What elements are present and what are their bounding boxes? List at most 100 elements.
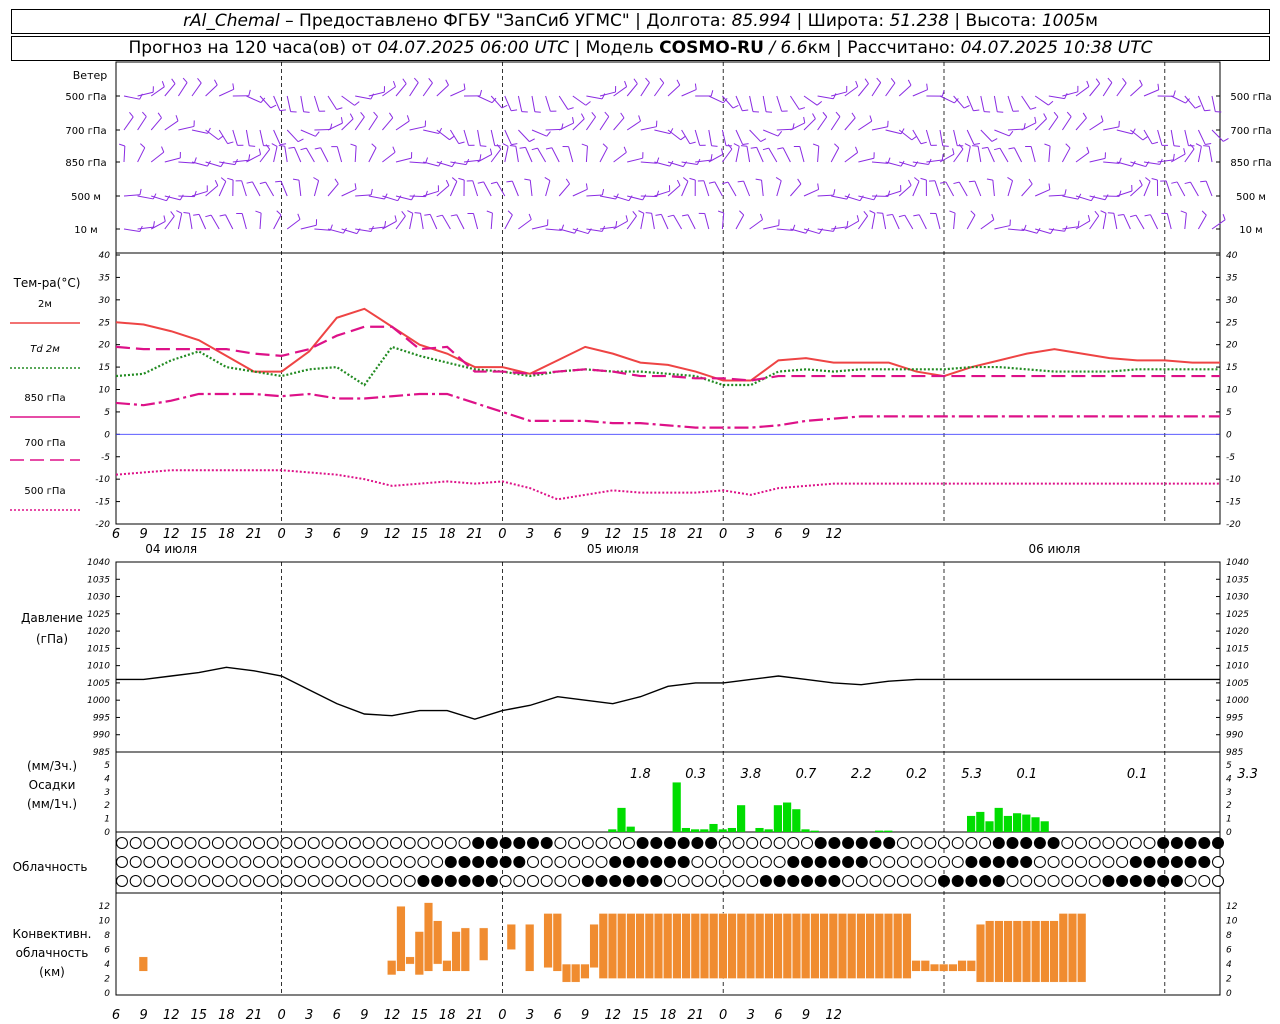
wind-barb-flag [1048,100,1054,106]
conv-ytick-label: 6 [1226,946,1232,956]
precip-bar [727,827,736,832]
wind-barb [790,122,805,131]
cloud-cover-symbol [1061,875,1074,887]
wind-barb-flag [822,111,828,118]
wind-barb-flag [941,154,944,161]
wind-barb [191,82,202,97]
cloud-cover-symbol [609,856,622,868]
wind-barb-flag [292,178,300,181]
wind-barb [409,126,426,131]
wind-barb [1089,157,1106,163]
time-tick-label: 18 [218,1008,235,1023]
time-tick-label: 9 [360,1008,368,1023]
wind-barb-flag [360,111,365,118]
cloud-cover-symbol [266,875,279,887]
wind-barb [477,95,493,104]
cloud-cover-symbol [732,856,745,868]
wind-barb [327,95,338,110]
cloud-cover-symbol [225,837,238,849]
wind-barb [1150,214,1159,230]
wind-barb [517,95,523,112]
wind-barb [1165,180,1172,197]
wind-barb-flag [580,113,585,120]
cloud-cover-symbol [759,875,772,887]
cloud-cover-symbol [280,875,293,887]
conv-title: (км) [39,965,65,979]
wind-barb-flag [812,113,816,120]
cloud-cover-symbol [472,856,485,868]
wind-barb [871,82,882,97]
temp-ytick-label: 5 [104,408,110,418]
wind-barb-flag [958,144,964,150]
pressure-ytick-label: 1005 [1226,679,1249,689]
wind-barb [858,120,873,131]
cloud-cover-symbol [1047,856,1060,868]
wind-barb [409,213,414,230]
wind-barb-flag [179,194,184,201]
wind-barb [210,214,220,230]
wind-barb-flag [531,147,538,151]
wind-barb [395,215,406,230]
cloud-cover-symbol [540,875,553,887]
cloud-cover-symbol [239,856,252,868]
wind-barb [327,183,339,197]
cloud-cover-symbol [225,875,238,887]
wind-barbs [118,77,1229,235]
wind-barb [123,228,140,233]
wind-barb-flag [509,145,516,147]
wind-barb [987,147,995,163]
wind-barb-flag [414,212,421,214]
wind-barb-flag [835,111,841,117]
wind-barb [667,84,681,97]
precip-sum-label: 0.7 [796,767,817,782]
wind-barb [545,180,551,197]
wind-barb-flag [384,221,387,228]
time-tick-label: 0 [498,527,506,542]
wind-barb-flag [1180,210,1187,214]
cloud-cover-symbol [609,875,622,887]
cloud-cover-symbol [321,875,334,887]
time-tick-label: 12 [825,527,842,542]
cloud-cover-symbol [143,837,156,849]
wind-barb-flag [898,214,905,218]
wind-barb [958,181,968,197]
conv-cloud-bar [1003,920,1013,983]
time-tick-label: 18 [439,1008,456,1023]
cloud-cover-symbol [595,875,608,887]
wind-barb [974,180,982,197]
wind-barb-flag [489,148,493,155]
wind-barb-flag [490,181,497,185]
time-tick-label: 9 [581,1008,589,1023]
wind-barb [1021,183,1033,197]
temp-ytick-label: 0 [104,430,110,440]
wind-barb [558,122,574,131]
wind-barb [935,213,941,230]
wind-barb-flag [851,112,856,119]
time-tick-label: 21 [246,527,263,542]
cloud-cover-symbol [828,875,841,887]
wind-barb [490,148,502,163]
wind-barb-flag [139,188,142,195]
wind-barb-flag [436,214,443,218]
wind-barb [743,180,751,197]
wind-barb-flag [161,146,165,153]
cloud-cover-symbol [1198,856,1211,868]
time-tick-label: 6 [553,1008,561,1023]
cloud-cover-symbol [376,837,389,849]
temp-legend-label: 700 гПа [24,438,65,449]
wind-barb [463,129,470,146]
wind-barb-flag [1200,180,1207,183]
wind-barb [450,88,466,97]
wind-barb-flag [986,178,993,181]
wind-barb-flag [394,215,397,222]
precip-bar [764,829,773,832]
cloud-cover-symbol [1088,875,1101,887]
temp-ytick-label: 35 [1226,273,1238,283]
cloud-cover-symbol [842,856,855,868]
pressure-ytick-label: 985 [1226,748,1243,758]
conv-cloud-bar [902,913,912,979]
wind-barb-flag [220,177,227,182]
wind-barb [473,213,479,230]
wind-barb [871,126,888,131]
conv-cloud-bar [893,913,903,979]
